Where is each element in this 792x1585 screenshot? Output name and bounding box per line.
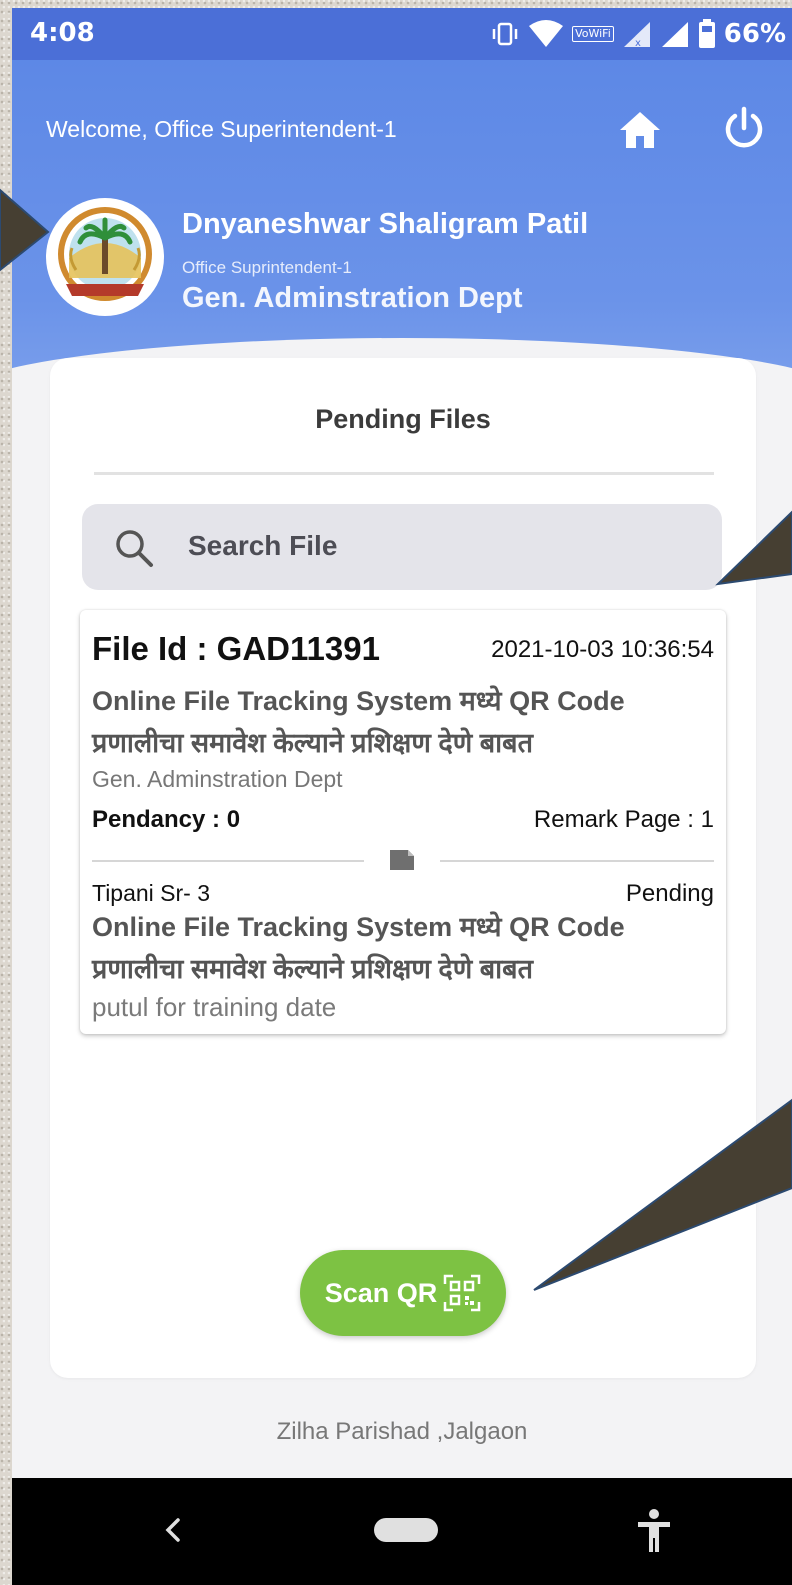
wifi-icon	[529, 20, 564, 47]
remark-page: Remark Page : 1	[533, 806, 714, 833]
vibrate-icon	[492, 22, 518, 46]
search-input[interactable]	[186, 522, 710, 570]
signal-icon	[661, 22, 688, 47]
organization-footer: Zilha Parishad ,Jalgaon	[276, 1418, 528, 1445]
search-icon	[116, 530, 153, 567]
divider	[92, 860, 364, 862]
signal-icon: x	[623, 22, 650, 48]
status-icons: VoWiFi x 66%	[490, 16, 786, 52]
qr-code-icon	[444, 1274, 481, 1312]
file-subject: Online File Tracking System मध्ये QR Cod…	[92, 686, 625, 758]
welcome-text: Welcome, Office Superintendent-1	[46, 116, 397, 142]
note-icon	[390, 850, 414, 870]
battery-percent: 66%	[723, 19, 786, 49]
file-date: 2021-10-03 10:36:54	[491, 636, 714, 663]
svg-text:x: x	[635, 38, 641, 48]
pending-files-panel: Pending Files File Id : GAD11391 2021-10…	[50, 358, 756, 1378]
vowifi-badge: VoWiFi	[572, 26, 614, 42]
scan-qr-label: Scan QR	[324, 1277, 438, 1308]
note-remark: putul for training date	[92, 992, 337, 1022]
power-icon[interactable]	[720, 104, 768, 152]
battery-icon	[698, 19, 715, 48]
zilla-parishad-logo	[49, 201, 161, 313]
file-id: File Id : GAD11391	[92, 630, 380, 667]
status-badge: Pending	[625, 880, 714, 907]
file-card[interactable]: File Id : GAD11391 2021-10-03 10:36:54 O…	[80, 610, 726, 1034]
divider	[94, 472, 714, 475]
status-bar: 4:08 VoWiFi x 66%	[12, 8, 792, 60]
file-department: Gen. Adminstration Dept	[92, 766, 343, 792]
note-subject: Online File Tracking System मध्ये QR Cod…	[92, 912, 625, 984]
avatar	[46, 198, 164, 316]
status-time: 4:08	[30, 18, 95, 48]
pendancy-count: Pendancy : 0	[92, 806, 241, 833]
tipani-number: Tipani Sr- 3	[92, 880, 211, 906]
page-title: Pending Files	[315, 404, 491, 434]
home-icon[interactable]	[616, 108, 664, 152]
phone-screen: 4:08 VoWiFi x 66% Welcome, Office Superi…	[12, 8, 792, 1585]
home-pill-icon[interactable]	[374, 1518, 438, 1542]
user-department: Gen. Adminstration Dept	[182, 282, 523, 314]
back-icon[interactable]	[154, 1508, 190, 1552]
user-role: Office Suprintendent-1	[182, 258, 352, 277]
scan-qr-button[interactable]: Scan QR	[300, 1250, 506, 1336]
accessibility-icon[interactable]	[632, 1506, 676, 1556]
user-name: Dnyaneshwar Shaligram Patil	[182, 208, 589, 240]
navigation-bar	[12, 1478, 792, 1585]
divider	[440, 860, 714, 862]
search-bar[interactable]	[82, 504, 722, 590]
